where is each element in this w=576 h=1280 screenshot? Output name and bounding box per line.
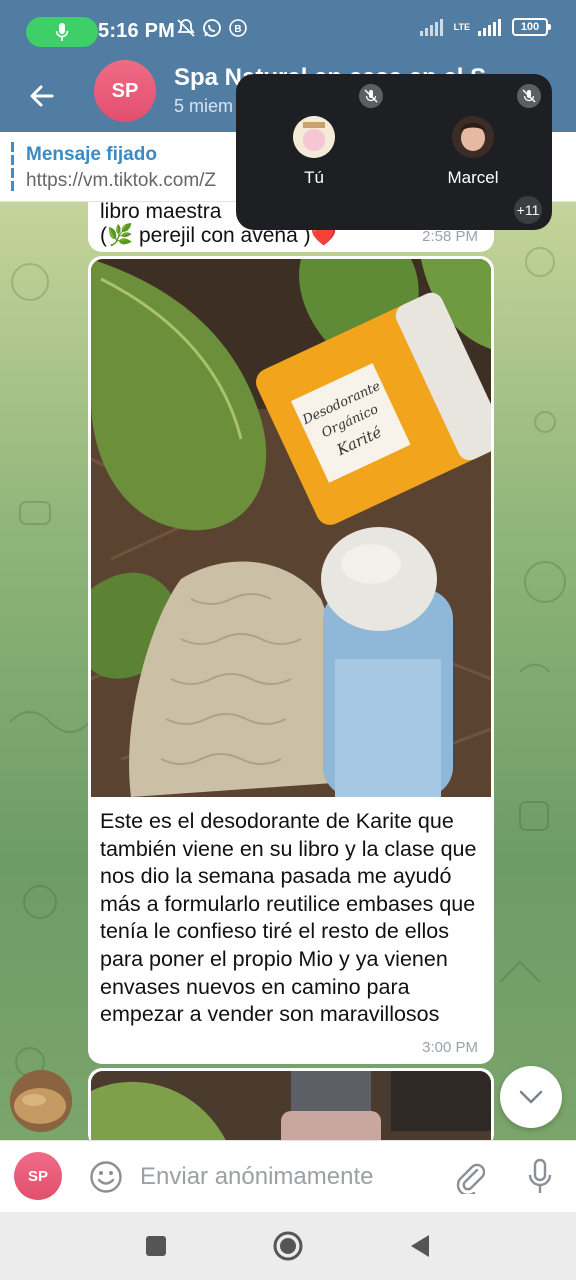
message-bubble-photo[interactable] bbox=[88, 1068, 494, 1140]
chevron-down-icon bbox=[519, 1090, 543, 1104]
participant-name: Tú bbox=[304, 168, 324, 187]
status-icons-right: LTE 100 bbox=[419, 18, 551, 36]
message-caption: Este es el desodorante de Karite que tam… bbox=[100, 809, 477, 1027]
voice-record-button[interactable] bbox=[520, 1155, 560, 1199]
back-button[interactable] bbox=[22, 76, 62, 116]
attach-button[interactable] bbox=[450, 1157, 490, 1197]
participant-muted-badge bbox=[517, 84, 541, 108]
status-icons-left: B bbox=[176, 18, 248, 38]
scroll-down-button[interactable] bbox=[500, 1066, 562, 1128]
message-text: libro maestra bbox=[100, 202, 222, 223]
pinned-indicator bbox=[11, 142, 14, 192]
smiley-icon bbox=[90, 1161, 122, 1193]
recents-button[interactable] bbox=[136, 1226, 176, 1266]
battery-icon: 100 bbox=[512, 18, 551, 36]
more-participants-badge[interactable]: +11 bbox=[512, 194, 544, 226]
signal-strength-icon bbox=[478, 19, 501, 36]
triangle-back-icon bbox=[411, 1235, 429, 1257]
system-nav-bar bbox=[0, 1212, 576, 1280]
bell-off-icon bbox=[177, 19, 195, 37]
message-input[interactable] bbox=[140, 1159, 440, 1195]
microphone-icon bbox=[528, 1158, 552, 1193]
send-as-avatar[interactable]: SP bbox=[14, 1152, 62, 1200]
back-nav-button[interactable] bbox=[400, 1226, 440, 1266]
square-icon bbox=[146, 1236, 166, 1256]
avatar-image bbox=[452, 116, 494, 158]
message-time: 3:00 PM bbox=[422, 1039, 478, 1056]
participant-name: Marcel bbox=[447, 168, 499, 187]
photo-content bbox=[91, 1071, 491, 1140]
home-button[interactable] bbox=[268, 1226, 308, 1266]
chat-area[interactable]: libro maestra (🌿 perejil con avena )❤️ 2… bbox=[0, 202, 576, 1140]
participant-muted-badge bbox=[359, 84, 383, 108]
whatsapp-icon bbox=[203, 19, 221, 37]
voice-chat-panel[interactable]: Tú Marcel +11 bbox=[236, 74, 552, 230]
circle-home-icon bbox=[273, 1231, 303, 1261]
status-time: 5:16 PM bbox=[98, 20, 175, 42]
mic-active-pill[interactable] bbox=[26, 17, 98, 47]
arrow-left-icon bbox=[30, 85, 54, 107]
mic-off-icon bbox=[364, 89, 378, 103]
participant-avatar-you[interactable] bbox=[293, 116, 335, 158]
avatar-image bbox=[293, 116, 335, 158]
pinned-title: Mensaje fijado bbox=[26, 144, 157, 165]
network-type: LTE bbox=[453, 21, 470, 32]
avatar-image bbox=[10, 1070, 72, 1132]
signal-icon bbox=[419, 19, 443, 36]
mic-icon bbox=[55, 23, 69, 41]
paperclip-icon bbox=[456, 1163, 485, 1194]
message-input-bar: SP bbox=[0, 1140, 576, 1212]
svg-text:B: B bbox=[234, 24, 241, 35]
message-time: 2:58 PM bbox=[422, 228, 478, 245]
message-photo[interactable]: Desodorante Orgánico Karité bbox=[91, 259, 491, 797]
group-avatar[interactable]: SP bbox=[94, 60, 156, 122]
mic-off-icon bbox=[522, 89, 536, 103]
message-bubble-photo[interactable]: Desodorante Orgánico Karité Este es el d… bbox=[88, 256, 494, 1064]
message-photo[interactable] bbox=[91, 1071, 491, 1140]
chat-subtitle: 5 miem bbox=[174, 96, 234, 116]
status-bar: 5:16 PM B LTE 100 bbox=[0, 0, 576, 64]
sender-avatar[interactable] bbox=[10, 1070, 72, 1132]
emoji-button[interactable] bbox=[86, 1157, 126, 1197]
b-badge-icon: B bbox=[229, 19, 247, 37]
photo-content: Desodorante Orgánico Karité bbox=[91, 259, 491, 797]
pinned-text: https://vm.tiktok.com/Z bbox=[26, 170, 217, 191]
participant-avatar-marcel[interactable] bbox=[452, 116, 494, 158]
